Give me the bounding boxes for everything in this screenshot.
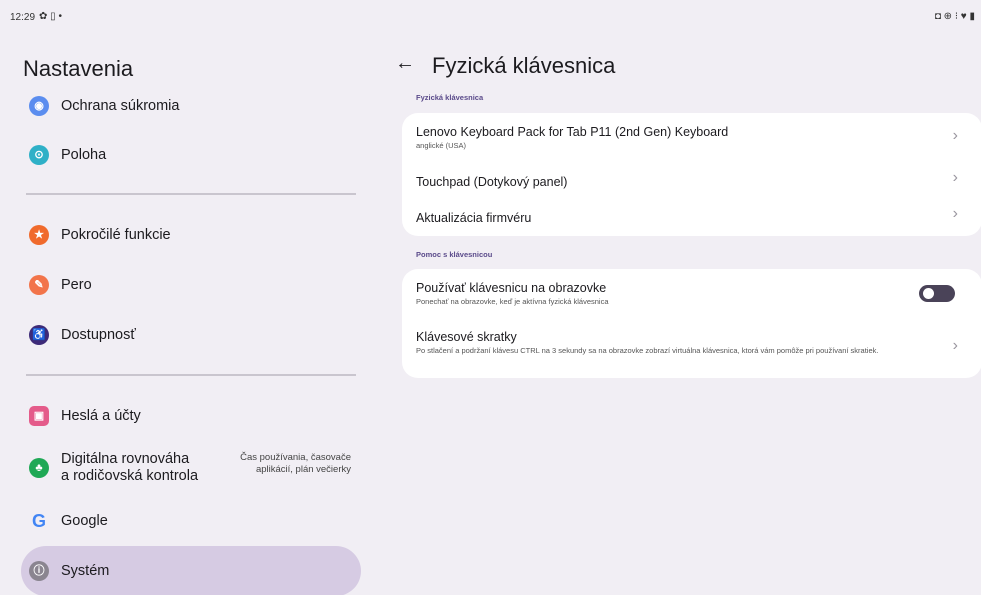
page-title: Fyzická klávesnica — [432, 53, 616, 78]
star-icon: ★ — [29, 225, 49, 245]
keyboard-row[interactable]: Lenovo Keyboard Pack for Tab P11 (2nd Ge… — [416, 125, 966, 150]
chevron-right-icon: › — [952, 205, 958, 222]
summary-line2: aplikácií, plán večierky — [255, 464, 351, 475]
back-arrow-icon[interactable]: ← — [395, 52, 415, 75]
label-line1: Digitálna rovnováha — [61, 451, 190, 467]
onscreen-keyboard-desc: Ponechať na obrazovke, keď je aktívna fy… — [416, 297, 609, 306]
sidebar-divider — [26, 193, 356, 195]
pen-icon: ✎ — [29, 275, 49, 295]
settings-sidebar: Nastavenia ◉ Ochrana súkromia ⊙ Poloha ★… — [0, 34, 378, 595]
sidebar-item-label: Ochrana súkromia — [61, 98, 180, 114]
sidebar-item-google[interactable]: G Google — [21, 503, 361, 539]
wellbeing-icon: ♣ — [29, 458, 49, 478]
summary-line1: Čas používania, časovače — [240, 452, 351, 463]
sidebar-item-digital-wellbeing[interactable]: ♣ Digitálna rovnováha a rodičovská kontr… — [21, 449, 361, 485]
status-bar: 12:29 ✿ ▯ • ◘ ⊕ ⁝ ♥ ▮ — [0, 0, 981, 34]
system-status-icons: ◘ ⊕ ⁝ ♥ ▮ — [934, 11, 975, 22]
sidebar-item-label: Pokročilé funkcie — [61, 227, 171, 243]
keyboard-layout: anglické (USA) — [416, 141, 467, 150]
sidebar-item-label: Poloha — [61, 147, 107, 163]
keyboard-title: Lenovo Keyboard Pack for Tab P11 (2nd Ge… — [416, 125, 729, 139]
detail-pane: ← Fyzická klávesnica Fyzická klávesnica … — [378, 34, 981, 595]
onscreen-keyboard-title: Používať klávesnicu na obrazovke — [416, 281, 607, 295]
sidebar-item-label: Digitálna rovnováha a rodičovská kontrol… — [61, 451, 198, 485]
label-line2: a rodičovská kontrola — [61, 468, 199, 484]
toggle-knob — [923, 288, 934, 299]
keyboard-help-card: Používať klávesnicu na obrazovke Ponecha… — [402, 269, 981, 378]
notification-icons: ✿ ▯ • — [39, 11, 62, 22]
sidebar-item-pen[interactable]: ✎ Pero — [21, 267, 361, 303]
chevron-right-icon: › — [952, 337, 958, 354]
sidebar-item-label: Dostupnosť — [61, 327, 136, 343]
onscreen-keyboard-toggle[interactable] — [919, 285, 955, 302]
firmware-title: Aktualizácia firmvéru — [416, 211, 532, 225]
accessibility-icon: ♿ — [29, 325, 49, 345]
sidebar-item-accounts[interactable]: ▣ Heslá a účty — [21, 398, 361, 434]
sidebar-item-location[interactable]: ⊙ Poloha — [21, 137, 361, 173]
shortcuts-row[interactable]: Klávesové skratky Po stlačení a podržaní… — [416, 330, 966, 355]
system-icon: ⓘ — [29, 561, 49, 581]
sidebar-item-system[interactable]: ⓘ Systém — [21, 546, 361, 595]
chevron-right-icon: › — [952, 127, 958, 144]
shortcuts-desc: Po stlačení a podržaní klávesu CTRL na 3… — [416, 346, 879, 355]
sidebar-divider — [26, 374, 356, 376]
onscreen-keyboard-row[interactable]: Používať klávesnicu na obrazovke Ponecha… — [416, 281, 966, 306]
sidebar-item-privacy[interactable]: ◉ Ochrana súkromia — [21, 88, 361, 124]
physical-keyboard-card: Lenovo Keyboard Pack for Tab P11 (2nd Ge… — [402, 113, 981, 236]
accounts-icon: ▣ — [29, 406, 49, 426]
sidebar-item-accessibility[interactable]: ♿ Dostupnosť — [21, 317, 361, 353]
status-time: 12:29 — [10, 12, 36, 23]
section-header-physical-keyboard: Fyzická klávesnica — [416, 93, 484, 102]
google-icon: G — [31, 511, 46, 531]
sidebar-item-label: Google — [61, 513, 108, 529]
chevron-right-icon: › — [952, 169, 958, 186]
touchpad-row[interactable]: Touchpad (Dotykový panel) — [416, 175, 966, 189]
sidebar-item-advanced[interactable]: ★ Pokročilé funkcie — [21, 217, 361, 253]
shortcuts-title: Klávesové skratky — [416, 330, 517, 344]
privacy-icon: ◉ — [29, 96, 49, 116]
sidebar-item-label: Systém — [61, 563, 110, 579]
sidebar-item-label: Heslá a účty — [61, 408, 141, 424]
location-icon: ⊙ — [29, 145, 49, 165]
sidebar-title: Nastavenia — [23, 56, 134, 81]
sidebar-item-label: Pero — [61, 277, 92, 293]
touchpad-title: Touchpad (Dotykový panel) — [416, 175, 568, 189]
sidebar-item-summary: Čas používania, časovače aplikácií, plán… — [221, 452, 351, 476]
firmware-row[interactable]: Aktualizácia firmvéru — [416, 211, 966, 225]
section-header-keyboard-help: Pomoc s klávesnicou — [416, 250, 493, 259]
